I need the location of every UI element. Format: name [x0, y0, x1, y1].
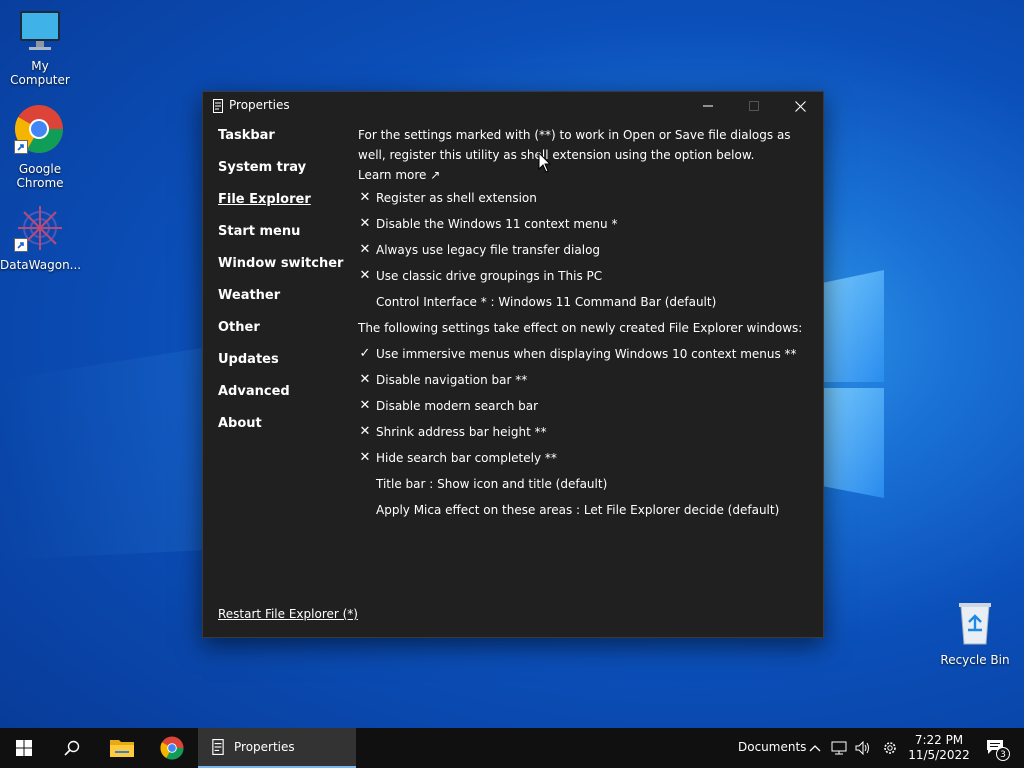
chevron-up-icon — [809, 745, 821, 752]
shortcut-arrow-icon — [14, 140, 28, 154]
sidebar-nav: Taskbar System tray File Explorer Start … — [218, 128, 348, 448]
setting-mica-effect[interactable]: Apply Mica effect on these areas : Let F… — [358, 497, 813, 523]
close-button[interactable] — [777, 92, 823, 120]
desktop-icon-my-computer[interactable]: My Computer — [0, 8, 80, 87]
setting-hide-search-bar[interactable]: ✕ Hide search bar completely ** — [358, 445, 813, 471]
x-mark-icon: ✕ — [359, 424, 371, 439]
computer-icon — [20, 11, 60, 50]
desktop-icon-recycle-bin[interactable]: Recycle Bin — [935, 600, 1015, 667]
setting-label: Use classic drive groupings in This PC — [376, 269, 603, 283]
sidebar-item-updates[interactable]: Updates — [218, 352, 348, 384]
x-mark-icon: ✕ — [359, 398, 371, 413]
desktop-icon-label: Google Chrome — [16, 162, 64, 190]
x-mark-icon: ✕ — [359, 216, 371, 231]
x-mark-icon: ✕ — [359, 268, 371, 283]
desktop-icon-label: My Computer — [10, 59, 70, 87]
action-center-button[interactable]: 3 — [976, 728, 1016, 768]
speaker-icon — [855, 741, 869, 755]
taskbar: Properties Documents 7:22 PM 11/5/2022 3 — [0, 728, 1024, 768]
start-button[interactable] — [0, 728, 48, 768]
setting-disable-modern-search-bar[interactable]: ✕ Disable modern search bar — [358, 393, 813, 419]
show-hidden-icons-button[interactable] — [806, 728, 824, 768]
setting-register-shell-extension[interactable]: ✕ Register as shell extension — [358, 185, 813, 211]
setting-disable-win11-context-menu[interactable]: ✕ Disable the Windows 11 context menu * — [358, 211, 813, 237]
sidebar-item-other[interactable]: Other — [218, 320, 348, 352]
app-icon — [212, 739, 224, 755]
minimize-icon — [703, 105, 713, 107]
setting-disable-navigation-bar[interactable]: ✕ Disable navigation bar ** — [358, 367, 813, 393]
title-bar[interactable]: Properties — [203, 92, 823, 120]
app-icon — [213, 98, 223, 117]
sidebar-item-system-tray[interactable]: System tray — [218, 160, 348, 192]
setting-label: Hide search bar completely ** — [376, 451, 557, 465]
system-clock[interactable]: 7:22 PM 11/5/2022 — [906, 733, 972, 763]
folder-icon — [110, 740, 134, 757]
desktop-icon-label: Recycle Bin — [940, 653, 1010, 667]
setting-label: Control Interface * : Windows 11 Command… — [376, 295, 717, 309]
windows-logo-icon — [16, 740, 32, 756]
setting-immersive-menus[interactable]: ✓ Use immersive menus when displaying Wi… — [358, 341, 813, 367]
sidebar-item-weather[interactable]: Weather — [218, 288, 348, 320]
volume-button[interactable] — [852, 728, 874, 768]
sidebar-item-advanced[interactable]: Advanced — [218, 384, 348, 416]
notification-badge: 3 — [996, 747, 1010, 761]
search-button[interactable] — [48, 728, 96, 768]
sidebar-item-window-switcher[interactable]: Window switcher — [218, 256, 348, 288]
network-icon — [831, 741, 847, 755]
taskbar-app-label: Properties — [234, 740, 295, 754]
setting-title-bar[interactable]: Title bar : Show icon and title (default… — [358, 471, 813, 497]
desktop-icon-label: DataWagon... — [0, 258, 82, 272]
network-button[interactable] — [828, 728, 850, 768]
setting-label: Use immersive menus when displaying Wind… — [376, 347, 797, 361]
x-mark-icon: ✕ — [359, 372, 371, 387]
settings-button[interactable] — [878, 728, 902, 768]
mouse-cursor-icon — [538, 152, 552, 173]
minimize-button[interactable] — [685, 92, 731, 120]
setting-label: Apply Mica effect on these areas : Let F… — [376, 503, 780, 517]
check-mark-icon: ✓ — [359, 346, 371, 361]
chrome-icon — [160, 736, 184, 760]
setting-label: Always use legacy file transfer dialog — [376, 243, 601, 257]
setting-label: Title bar : Show icon and title (default… — [376, 477, 608, 491]
desktop-icon-datawagon[interactable]: DataWagon... — [0, 204, 82, 272]
setting-legacy-file-transfer[interactable]: ✕ Always use legacy file transfer dialog — [358, 237, 813, 263]
desktop-icon-google-chrome[interactable]: Google Chrome — [0, 104, 80, 190]
section-note: The following settings take effect on ne… — [358, 321, 803, 335]
intro-text: For the settings marked with (**) to wor… — [358, 128, 791, 162]
maximize-button[interactable] — [731, 92, 777, 120]
setting-label: Shrink address bar height ** — [376, 425, 547, 439]
sidebar-item-about[interactable]: About — [218, 416, 348, 448]
sidebar-item-start-menu[interactable]: Start menu — [218, 224, 348, 256]
setting-label: Disable the Windows 11 context menu * — [376, 217, 618, 231]
search-icon — [64, 740, 80, 756]
maximize-icon — [749, 101, 759, 111]
shortcut-arrow-icon — [14, 238, 28, 252]
setting-label: Register as shell extension — [376, 191, 537, 205]
gear-icon — [884, 742, 896, 754]
taskbar-chrome[interactable] — [148, 728, 196, 768]
taskbar-file-explorer[interactable] — [98, 728, 146, 768]
learn-more-link[interactable]: Learn more ↗ — [358, 165, 813, 185]
setting-shrink-address-bar[interactable]: ✕ Shrink address bar height ** — [358, 419, 813, 445]
clock-date: 11/5/2022 — [908, 748, 970, 762]
window-title: Properties — [229, 98, 290, 112]
clock-time: 7:22 PM — [914, 733, 964, 747]
properties-window: Properties Taskbar System tray File Expl… — [202, 91, 824, 638]
recycle-bin-icon — [959, 603, 991, 645]
settings-panel: For the settings marked with (**) to wor… — [358, 125, 813, 523]
x-mark-icon: ✕ — [359, 242, 371, 257]
setting-label: Disable navigation bar ** — [376, 373, 528, 387]
restart-file-explorer-link[interactable]: Restart File Explorer (*) — [218, 607, 358, 621]
setting-classic-drive-groupings[interactable]: ✕ Use classic drive groupings in This PC — [358, 263, 813, 289]
sidebar-item-file-explorer[interactable]: File Explorer — [218, 192, 348, 224]
taskbar-properties-window[interactable]: Properties — [198, 728, 356, 768]
x-mark-icon: ✕ — [359, 190, 371, 205]
close-icon — [794, 100, 806, 112]
x-mark-icon: ✕ — [359, 450, 371, 465]
sidebar-item-taskbar[interactable]: Taskbar — [218, 128, 348, 160]
setting-label: Disable modern search bar — [376, 399, 539, 413]
setting-control-interface[interactable]: Control Interface * : Windows 11 Command… — [358, 289, 813, 315]
documents-toolbar[interactable]: Documents — [738, 740, 806, 754]
